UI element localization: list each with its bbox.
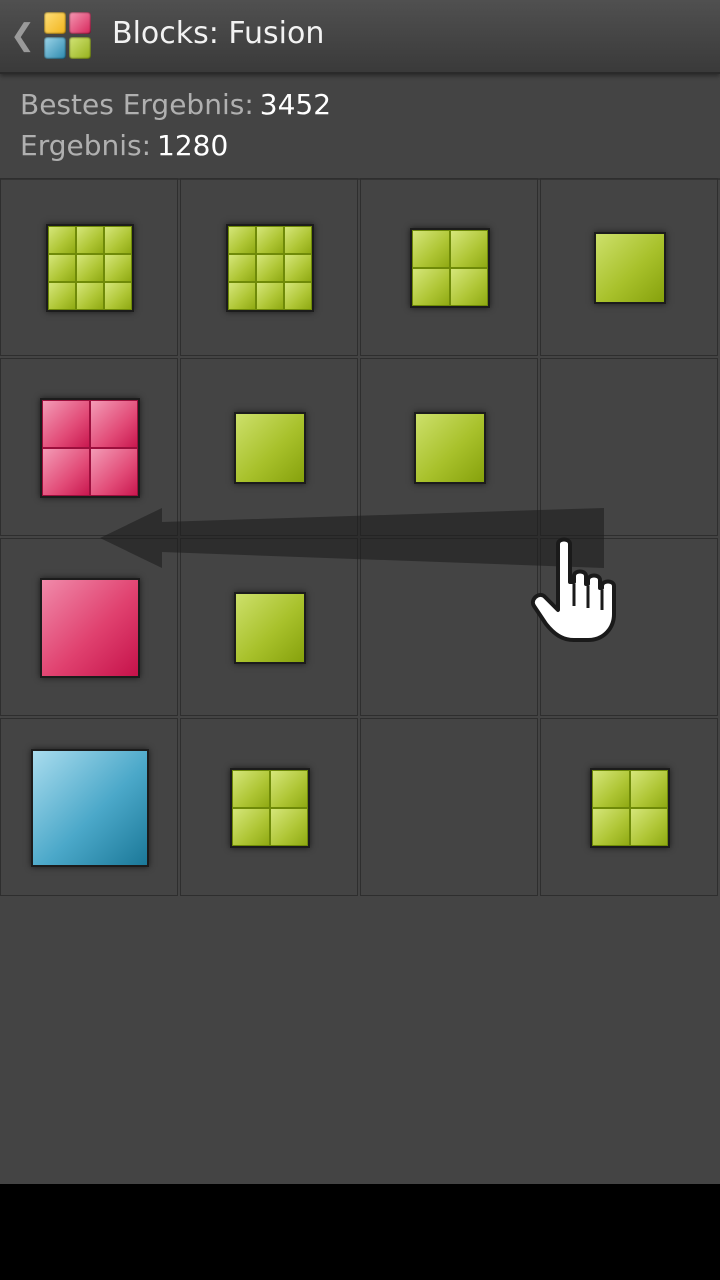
pointing-hand-icon (531, 537, 616, 642)
game-screen: ❮ Blocks: Fusion Bestes Ergebnis: 3452 Er… (0, 0, 720, 1184)
